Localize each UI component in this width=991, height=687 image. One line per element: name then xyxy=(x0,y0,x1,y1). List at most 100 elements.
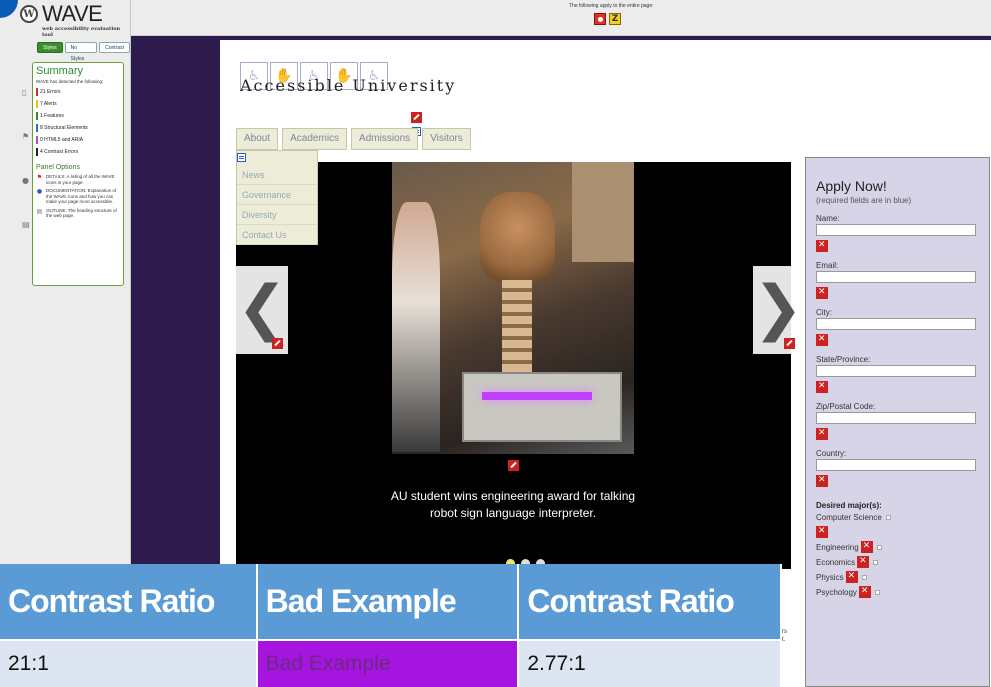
wave-logo-text: WAVE xyxy=(42,1,103,26)
missing-label-error-icon[interactable] xyxy=(857,556,870,568)
summary-color-bar xyxy=(36,136,38,144)
summary-item[interactable]: 4 Contrast Errors xyxy=(36,148,120,156)
panel-option-text: DOCUMENTATION: Explanation of the WAVE i… xyxy=(46,188,117,204)
major-checkbox[interactable] xyxy=(874,589,880,595)
photo-person xyxy=(392,202,440,452)
form-text-input[interactable] xyxy=(816,412,976,424)
list-icon[interactable] xyxy=(237,153,246,162)
nav-tab-about[interactable]: About xyxy=(236,128,279,150)
slide-photo xyxy=(392,162,634,454)
field-label: State/Province: xyxy=(816,355,871,364)
summary-color-bar xyxy=(36,148,38,156)
no-styles-button[interactable]: No Styles xyxy=(64,42,98,62)
major-checkbox[interactable] xyxy=(885,515,891,520)
screenshot-root: W WAVE web accessibility evaluation tool… xyxy=(0,0,991,687)
dropdown-item-diversity[interactable]: Diversity xyxy=(237,205,317,225)
error-flag-icon[interactable] xyxy=(784,338,795,349)
error-flag-icon[interactable] xyxy=(508,460,519,471)
form-text-input[interactable] xyxy=(816,459,976,471)
form-text-input[interactable] xyxy=(816,365,976,377)
clipped-text-line: rs xyxy=(782,629,787,635)
summary-item[interactable]: 0 HTML5 and ARIA xyxy=(36,136,120,144)
apply-now-form: Apply Now! (required fields are in blue)… xyxy=(805,157,990,687)
missing-label-error-icon[interactable] xyxy=(816,475,828,487)
summary-item[interactable]: 1 Features xyxy=(36,112,120,120)
summary-color-bar xyxy=(36,124,38,132)
panel-options-title: Panel Options xyxy=(36,164,80,171)
missing-label-error-icon[interactable] xyxy=(816,381,828,393)
summary-item[interactable]: 8 Structural Elements xyxy=(36,124,120,132)
documentation-tab-icon[interactable]: ● xyxy=(22,176,30,186)
page-level-icons: Z xyxy=(594,13,621,25)
major-option: Computer Science xyxy=(816,513,977,522)
summary-tab-icon[interactable]: ▯ xyxy=(22,88,30,98)
nav-tab-admissions[interactable]: Admissions xyxy=(351,128,419,150)
side-tools: ▯ ⚑ ● ▤ xyxy=(22,88,32,264)
form-text-input[interactable] xyxy=(816,271,976,283)
styles-button[interactable]: Styles xyxy=(37,42,63,53)
wave-logo[interactable]: W WAVE xyxy=(20,1,103,26)
dropdown-item-news[interactable]: News xyxy=(237,165,317,185)
page-error-icon[interactable] xyxy=(594,13,606,25)
header-contrast-ratio-2: Contrast Ratio xyxy=(518,564,782,641)
nav-tab-visitors[interactable]: Visitors xyxy=(422,128,471,150)
major-checkbox[interactable] xyxy=(873,559,879,565)
panel-option-text: DETAILS: A listing of all the WAVE icons… xyxy=(46,174,115,185)
nav-tab-academics[interactable]: Academics xyxy=(282,128,348,150)
outline-icon: ▤ xyxy=(36,207,43,215)
field-label: City: xyxy=(816,308,832,317)
dropdown-item-contact-us[interactable]: Contact Us xyxy=(237,225,317,245)
summary-item[interactable]: 21 Errors xyxy=(36,88,120,96)
contrast-ratio-table: Contrast Ratio Bad Example Contrast Rati… xyxy=(0,564,782,687)
panel-option[interactable]: ● DOCUMENTATION: Explanation of the WAVE … xyxy=(36,188,120,205)
corner-decoration xyxy=(0,0,18,18)
major-label: Engineering xyxy=(816,542,859,552)
details-tab-icon[interactable]: ⚑ xyxy=(22,132,30,142)
summary-color-bar xyxy=(36,88,38,96)
main-nav: About Academics Admissions Visitors xyxy=(236,128,471,150)
form-text-input[interactable] xyxy=(816,224,976,236)
slide-caption: AU student wins engineering award for ta… xyxy=(390,489,636,520)
cell-ratio-good: 21:1 xyxy=(0,639,258,687)
wave-topbar: The following apply to the entire page: … xyxy=(131,0,991,36)
missing-label-error-icon[interactable] xyxy=(816,334,828,346)
header-bad-example: Bad Example xyxy=(256,564,520,641)
accessible-university-logo[interactable]: ♿ ✋ ♿ ✋ ♿ Accessible University xyxy=(240,62,454,95)
error-flag-icon[interactable] xyxy=(272,338,283,349)
page-alert-icon[interactable]: Z xyxy=(609,13,621,25)
missing-label-error-icon[interactable] xyxy=(816,526,828,538)
panel-option-text: OUTLINE: The heading structure of the we… xyxy=(46,207,117,219)
major-label: Physics xyxy=(816,572,844,582)
missing-label-error-icon[interactable] xyxy=(858,586,871,598)
header-contrast-ratio: Contrast Ratio xyxy=(0,564,258,641)
apply-title: Apply Now! xyxy=(816,178,887,194)
missing-label-error-icon[interactable] xyxy=(816,240,828,252)
error-flag-icon[interactable] xyxy=(411,112,422,123)
about-dropdown: News Governance Diversity Contact Us xyxy=(236,150,318,245)
summary-item[interactable]: 7 Alerts xyxy=(36,100,120,108)
missing-label-error-icon[interactable] xyxy=(845,571,858,583)
summary-item-label: 8 Structural Elements xyxy=(40,125,88,131)
major-checkbox[interactable] xyxy=(861,574,867,580)
panel-option[interactable]: ▤ OUTLINE: The heading structure of the w… xyxy=(36,208,120,219)
photo-light xyxy=(482,392,592,400)
field-label: Email: xyxy=(816,261,839,270)
photo-background xyxy=(572,162,634,262)
contrast-button[interactable]: Contrast xyxy=(99,42,130,53)
major-label: Economics xyxy=(816,557,856,567)
panel-option[interactable]: ⚑ DETAILS: A listing of all the WAVE icon… xyxy=(36,174,120,185)
major-checkbox[interactable] xyxy=(876,544,882,550)
major-option: Economics xyxy=(816,556,977,568)
outline-tab-icon[interactable]: ▤ xyxy=(22,220,30,230)
missing-label-error-icon[interactable] xyxy=(816,287,828,299)
form-text-input[interactable] xyxy=(816,318,976,330)
missing-label-error-icon[interactable] xyxy=(816,428,828,440)
apply-note: (required fields are in blue) xyxy=(816,196,912,205)
dropdown-item-governance[interactable]: Governance xyxy=(237,185,317,205)
missing-label-error-icon[interactable] xyxy=(860,541,873,553)
site-name: Accessible University xyxy=(240,76,457,95)
field-label: Name: xyxy=(816,214,840,223)
photo-machine xyxy=(462,372,622,442)
clipped-text-line: t. xyxy=(782,637,786,643)
summary-item-label: 4 Contrast Errors xyxy=(40,149,79,155)
